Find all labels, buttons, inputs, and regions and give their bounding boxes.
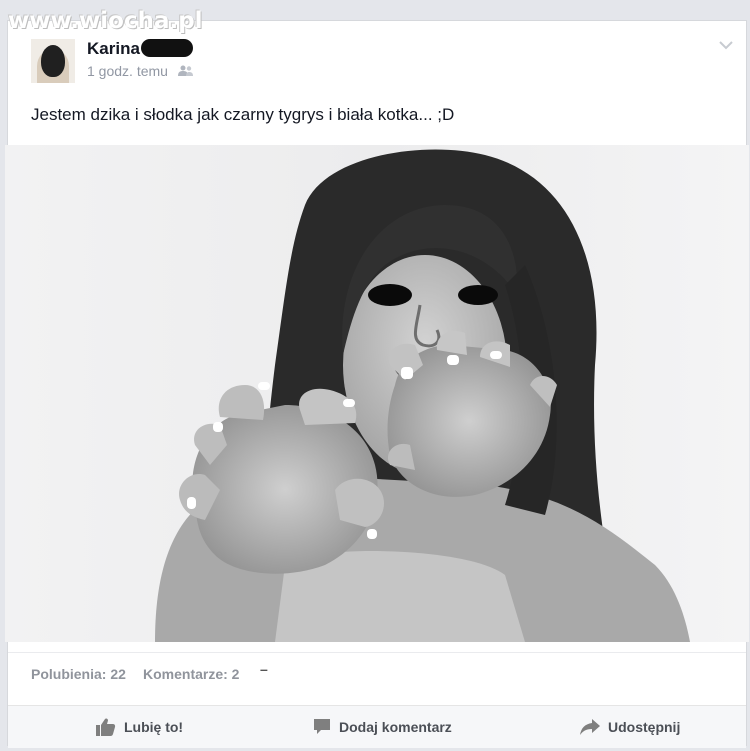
photo-illustration xyxy=(5,145,749,642)
share-arrow-icon xyxy=(580,719,600,735)
post-card: Karina 1 godz. temu Jestem dzika i słodk… xyxy=(5,20,749,748)
comment-label: Dodaj komentarz xyxy=(339,719,452,735)
thumbs-up-icon xyxy=(96,718,116,736)
post-actions: Lubię to! Dodaj komentarz Udostępnij xyxy=(8,705,746,748)
share-label: Udostępnij xyxy=(608,719,681,735)
site-watermark: www.wiocha.pl xyxy=(8,8,203,34)
like-button[interactable]: Lubię to! xyxy=(96,706,183,748)
likes-count[interactable]: Polubienia: 22 xyxy=(31,666,126,682)
comment-button[interactable]: Dodaj komentarz xyxy=(313,706,452,748)
avatar[interactable] xyxy=(31,39,75,83)
post-timestamp[interactable]: 1 godz. temu xyxy=(87,63,168,79)
comments-count[interactable]: Komentarze: 2 xyxy=(143,666,239,682)
stats-extra: – xyxy=(260,661,268,677)
comment-bubble-icon xyxy=(314,719,330,734)
author-name[interactable]: Karina xyxy=(87,39,140,59)
chevron-down-icon[interactable] xyxy=(718,39,734,51)
post-photo[interactable] xyxy=(5,145,749,642)
share-button[interactable]: Udostępnij xyxy=(580,706,680,748)
name-redaction xyxy=(141,39,193,57)
like-label: Lubię to! xyxy=(124,719,184,735)
post-stats: Polubienia: 22 Komentarze: 2 – xyxy=(8,652,746,697)
friends-icon xyxy=(178,65,193,76)
post-text: Jestem dzika i słodka jak czarny tygrys … xyxy=(31,105,455,124)
